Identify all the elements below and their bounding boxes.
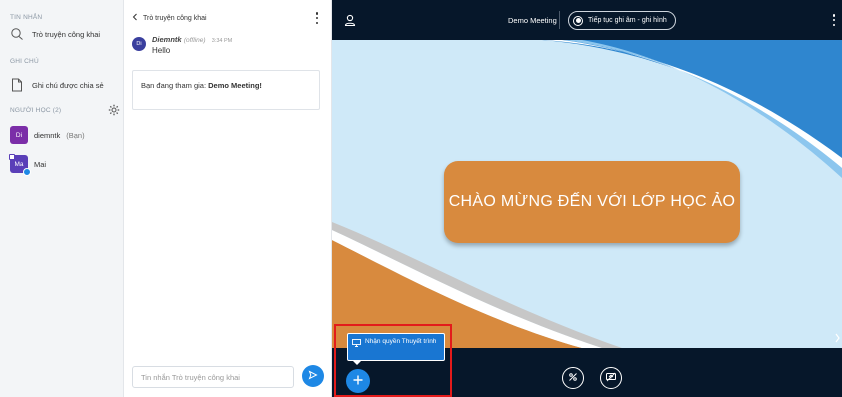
user-list-item[interactable]: Di diemntk (Bạn) [10,126,85,144]
user-you-tag: (Bạn) [66,130,85,140]
take-presenter-menu-item[interactable]: Nhận quyền Thuyết trình [347,333,445,361]
more-options-icon[interactable] [315,12,319,24]
avatar: Di [132,37,146,51]
avatar: Di [10,126,28,144]
mute-audio-button[interactable] [562,367,584,389]
sidebar-item-shared-notes[interactable]: Ghi chú được chia sẻ [10,78,104,92]
message-text: Hello [152,46,171,55]
audio-off-icon [567,371,579,385]
screen-share-off-icon [605,371,617,385]
record-icon [573,15,583,26]
popup-pointer [352,360,362,365]
share-screen-button[interactable] [600,367,622,389]
record-button[interactable]: Tiếp tục ghi âm - ghi hình [568,11,676,30]
welcome-prefix: Bạn đang tham gia: [141,81,209,90]
take-presenter-label: Nhận quyền Thuyết trình [365,338,437,345]
presentation-icon [352,339,361,347]
chat-bubbles-icon [10,27,24,41]
welcome-suffix: ! [259,81,262,90]
user-icon[interactable] [344,14,356,27]
messages-heading: TIN NHẮN [10,14,43,21]
presenter-icon [9,154,15,160]
notes-heading: GHI CHÚ [10,58,39,65]
message-sender: Diemntk [152,35,182,44]
chat-back-link[interactable]: Trò truyện công khai [132,13,207,23]
send-button[interactable] [302,365,324,387]
chat-message: Di Diemntk (offline) 3:34 PM Hello [132,35,232,55]
chat-input-placeholder: Tin nhắn Trò truyện công khai [141,372,240,382]
welcome-message: Bạn đang tham gia: Demo Meeting! [132,70,320,110]
chat-title: Trò truyện công khai [143,14,207,22]
sidebar: TIN NHẮN Trò truyện công khai GHI CHÚ Gh… [0,0,124,397]
message-time: 3:34 PM [211,38,233,44]
welcome-meeting-name: Demo Meeting [208,81,260,90]
document-icon [10,78,24,92]
divider [559,11,560,29]
slide-title: CHÀO MỪNG ĐẾN VỚI LỚP HỌC ẢO [444,161,740,243]
chevron-left-icon [132,13,138,23]
more-options-icon[interactable] [832,14,836,26]
avatar-initials: Ma [14,160,24,168]
status-badge [23,168,31,176]
sidebar-item-public-chat[interactable]: Trò truyện công khai [10,27,100,41]
message-status: (offline) [183,37,206,44]
meeting-title: Demo Meeting [508,16,557,25]
users-heading: NGƯỜI HỌC (2) [10,107,62,114]
chevron-right-icon[interactable] [835,333,840,343]
top-bar: Demo Meeting Tiếp tục ghi âm - ghi hình [332,0,842,40]
avatar: Ma [9,154,31,176]
chat-message-input[interactable]: Tin nhắn Trò truyện công khai [132,366,294,388]
send-icon [308,370,318,382]
gear-icon[interactable] [108,104,120,116]
user-name: Mai [34,159,47,169]
user-list-item[interactable]: Ma Mai [9,154,47,176]
record-label: Tiếp tục ghi âm - ghi hình [588,17,667,24]
user-name: diemntk [34,130,61,140]
presentation-slide: CHÀO MỪNG ĐẾN VỚI LỚP HỌC ẢO [332,40,842,348]
sidebar-item-label: Ghi chú được chia sẻ [32,80,104,90]
sidebar-item-label: Trò truyện công khai [32,29,101,39]
chat-panel: Trò truyện công khai Di Diemntk (offline… [124,0,332,397]
